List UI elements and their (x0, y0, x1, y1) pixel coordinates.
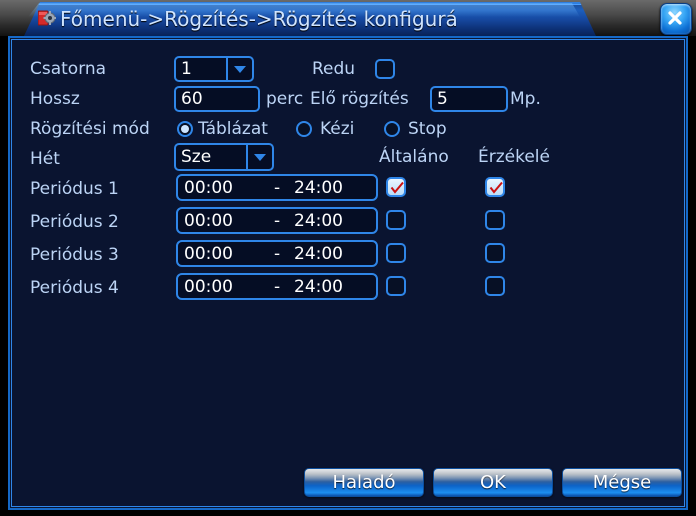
mode-label: Rögzítési mód (30, 119, 150, 139)
prerecord-input-value: 5 (437, 89, 448, 109)
length-label: Hossz (30, 89, 80, 109)
period-4-start: 00:00 (184, 277, 233, 297)
mode-radio-schedule[interactable] (177, 121, 193, 137)
channel-select[interactable]: 1 (174, 56, 254, 82)
period-1-general-checkbox[interactable] (386, 177, 406, 197)
chevron-down-icon (226, 58, 252, 80)
mode-radio-manual[interactable] (296, 121, 312, 137)
title-bar: Főmenü->Rögzítés->Rögzítés konfigurá (0, 0, 696, 36)
period-1-start: 00:00 (184, 178, 233, 198)
period-3-general-checkbox[interactable] (386, 243, 406, 263)
period-1-separator: - (274, 178, 281, 198)
period-4-time-range[interactable]: 00:00 - 24:00 (176, 273, 378, 300)
period-4-detect-checkbox[interactable] (485, 276, 505, 296)
week-select-value: Sze (181, 147, 212, 167)
redundancy-checkbox[interactable] (375, 59, 395, 79)
period-2-detect-checkbox[interactable] (485, 210, 505, 230)
period-3-detect-checkbox[interactable] (485, 243, 505, 263)
redundancy-label: Redu (312, 59, 356, 79)
period-4-separator: - (274, 277, 281, 297)
period-3-start: 00:00 (184, 244, 233, 264)
window-frame: Csatorna 1 Redu Hossz 60 perc Elő rögzít… (8, 36, 688, 510)
week-select[interactable]: Sze (174, 143, 274, 171)
mode-option-stop-label: Stop (408, 119, 447, 139)
chevron-down-icon (246, 145, 272, 169)
advanced-button-label: Haladó (332, 472, 396, 493)
channel-select-value: 1 (181, 59, 192, 79)
period-4-end: 24:00 (294, 277, 343, 297)
mode-radio-stop[interactable] (384, 121, 400, 137)
period-3-end: 24:00 (294, 244, 343, 264)
period-1-time-range[interactable]: 00:00 - 24:00 (176, 174, 378, 201)
window-title: Főmenü->Rögzítés->Rögzítés konfigurá (60, 7, 458, 31)
period-2-start: 00:00 (184, 211, 233, 231)
prerecord-unit-label: Mp. (510, 89, 541, 109)
form-area: Csatorna 1 Redu Hossz 60 perc Elő rögzít… (8, 36, 688, 510)
channel-label: Csatorna (30, 59, 107, 79)
period-3-label: Periódus 3 (30, 245, 119, 265)
period-1-label: Periódus 1 (30, 179, 119, 199)
column-header-general: Általáno (379, 147, 449, 167)
close-button[interactable] (660, 3, 692, 35)
check-icon (489, 181, 503, 194)
cancel-button[interactable]: Mégse (562, 468, 682, 497)
length-unit-label: perc (266, 89, 304, 109)
mode-option-manual-label: Kézi (320, 119, 355, 139)
period-2-separator: - (274, 211, 281, 231)
column-header-detect: Érzékelé (478, 147, 550, 167)
week-label: Hét (30, 149, 60, 169)
prerecord-input[interactable]: 5 (430, 86, 508, 112)
period-2-end: 24:00 (294, 211, 343, 231)
period-2-time-range[interactable]: 00:00 - 24:00 (176, 207, 378, 234)
gear-red-icon (37, 9, 57, 27)
cancel-button-label: Mégse (592, 472, 652, 493)
prerecord-label: Elő rögzítés (310, 89, 409, 109)
period-2-label: Periódus 2 (30, 212, 119, 232)
length-input-value: 60 (181, 89, 203, 109)
check-icon (390, 181, 404, 194)
period-1-detect-checkbox[interactable] (485, 177, 505, 197)
mode-option-schedule-label: Táblázat (198, 119, 268, 139)
ok-button[interactable]: OK (433, 468, 553, 497)
period-4-label: Periódus 4 (30, 278, 119, 298)
period-1-end: 24:00 (294, 178, 343, 198)
period-4-general-checkbox[interactable] (386, 276, 406, 296)
period-2-general-checkbox[interactable] (386, 210, 406, 230)
length-input[interactable]: 60 (174, 86, 260, 112)
period-3-time-range[interactable]: 00:00 - 24:00 (176, 240, 378, 267)
ok-button-label: OK (480, 472, 506, 493)
period-3-separator: - (274, 244, 281, 264)
dvr-record-config-window: Főmenü->Rögzítés->Rögzítés konfigurá Csa… (0, 0, 696, 516)
advanced-button[interactable]: Haladó (304, 468, 424, 497)
